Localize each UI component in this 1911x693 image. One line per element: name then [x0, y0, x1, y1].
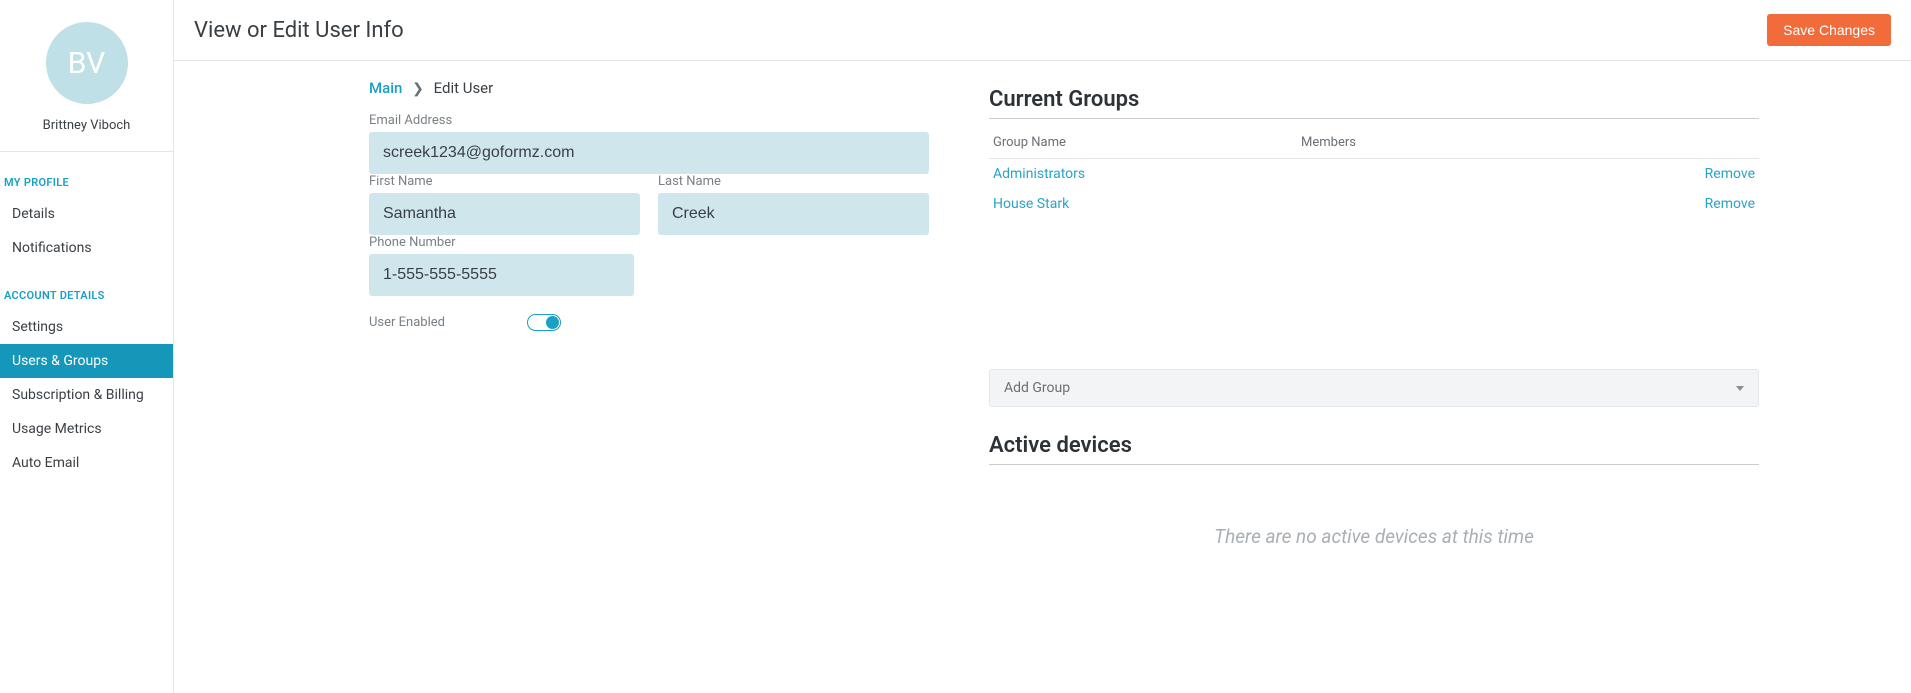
current-groups-title: Current Groups — [989, 79, 1759, 112]
add-group-dropdown[interactable]: Add Group — [989, 369, 1759, 407]
breadcrumb-root[interactable]: Main — [369, 79, 402, 97]
group-link[interactable]: Administrators — [993, 166, 1085, 182]
chevron-right-icon: ❯ — [412, 81, 424, 97]
sidebar-item-usage-metrics[interactable]: Usage Metrics — [0, 412, 173, 446]
sidebar-item-auto-email[interactable]: Auto Email — [0, 446, 173, 480]
group-link[interactable]: House Stark — [993, 196, 1069, 212]
user-enabled-label: User Enabled — [369, 315, 445, 330]
profile-name: Brittney Viboch — [0, 118, 173, 133]
add-group-label: Add Group — [1004, 380, 1070, 396]
groups-col-members: Members — [1297, 129, 1759, 159]
save-button[interactable]: Save Changes — [1767, 14, 1891, 46]
avatar: BV — [46, 22, 128, 104]
sidebar-item-details[interactable]: Details — [0, 197, 173, 231]
sidebar-item-subscription-billing[interactable]: Subscription & Billing — [0, 378, 173, 412]
page-title: View or Edit User Info — [194, 18, 404, 43]
main: View or Edit User Info Save Changes Main… — [174, 0, 1911, 693]
groups-col-name: Group Name — [989, 129, 1297, 159]
first-name-field[interactable] — [369, 193, 640, 235]
devices-empty-text: There are no active devices at this time — [989, 475, 1759, 598]
remove-link[interactable]: Remove — [1705, 196, 1755, 212]
email-field[interactable] — [369, 132, 929, 174]
email-label: Email Address — [369, 113, 929, 128]
sidebar-section-account-details: ACCOUNT DETAILS — [0, 265, 173, 310]
groups-table: Group Name Members Administrators Remove… — [989, 129, 1759, 219]
last-name-label: Last Name — [658, 174, 929, 189]
phone-field[interactable] — [369, 254, 634, 296]
toggle-knob-icon — [546, 316, 559, 329]
phone-label: Phone Number — [369, 235, 634, 250]
chevron-down-icon — [1736, 386, 1744, 391]
sidebar-item-settings[interactable]: Settings — [0, 310, 173, 344]
sidebar-item-notifications[interactable]: Notifications — [0, 231, 173, 265]
sidebar-section-my-profile: MY PROFILE — [0, 152, 173, 197]
first-name-label: First Name — [369, 174, 640, 189]
user-enabled-toggle[interactable] — [527, 314, 561, 331]
remove-link[interactable]: Remove — [1705, 166, 1755, 182]
active-devices-title: Active devices — [989, 425, 1759, 458]
sidebar-item-users-groups[interactable]: Users & Groups — [0, 344, 173, 378]
table-row: House Stark Remove — [989, 189, 1759, 219]
table-row: Administrators Remove — [989, 159, 1759, 190]
breadcrumb-current: Edit User — [434, 79, 494, 97]
last-name-field[interactable] — [658, 193, 929, 235]
breadcrumb: Main ❯ Edit User — [369, 79, 929, 97]
sidebar: BV Brittney Viboch MY PROFILE Details No… — [0, 0, 174, 693]
topbar: View or Edit User Info Save Changes — [174, 0, 1911, 61]
